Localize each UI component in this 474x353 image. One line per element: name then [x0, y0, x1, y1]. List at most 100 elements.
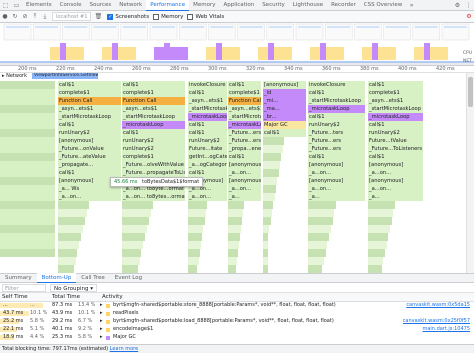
flame-entry[interactable]: call$1: [308, 89, 366, 97]
flame-entry[interactable]: _a...on...: [368, 169, 424, 177]
flame-entry-deep[interactable]: [58, 241, 81, 249]
tab-application[interactable]: Application: [219, 0, 258, 11]
delete-profile-icon[interactable]: 🗑: [93, 11, 103, 23]
flame-entry[interactable]: [0, 185, 56, 193]
flame-entry[interactable]: _Future...ers: [308, 145, 366, 153]
flame-entry[interactable]: invokeClosure: [308, 81, 366, 89]
flame-entry[interactable]: [0, 241, 56, 249]
flame-entry-deep[interactable]: [263, 233, 270, 241]
flame-chart[interactable]: ▸ Network ViewportInfoService.GetView...…: [0, 73, 466, 273]
tab-bottom-up[interactable]: Bottom-Up: [36, 273, 77, 283]
flame-entry-deep[interactable]: [58, 265, 75, 273]
expand-arrow-icon[interactable]: ▸: [100, 310, 103, 317]
flame-entry[interactable]: [0, 113, 56, 121]
flame-scrollbar[interactable]: [466, 73, 474, 273]
flame-entry[interactable]: call$1: [308, 153, 366, 161]
flame-entry[interactable]: [0, 209, 56, 217]
more-options-icon[interactable]: ⋮: [463, 0, 474, 11]
tab-recorder[interactable]: Recorder: [327, 0, 360, 11]
flame-entry[interactable]: Function Call: [228, 97, 262, 105]
flame-entry[interactable]: runUnary$2: [122, 137, 186, 145]
flame-entry-deep[interactable]: [58, 209, 89, 217]
network-track-label[interactable]: ▸ Network: [0, 73, 27, 79]
flame-entry-deep[interactable]: [368, 225, 391, 233]
expand-arrow-icon[interactable]: ▸: [100, 326, 103, 333]
flame-entry-deep[interactable]: [263, 145, 284, 153]
flame-entry-deep[interactable]: [263, 137, 285, 145]
flame-entry[interactable]: runUnary$2: [308, 121, 366, 129]
flame-entry-deep[interactable]: [228, 233, 241, 241]
filter-input[interactable]: Filter: [2, 283, 46, 292]
tab-summary[interactable]: Summary: [0, 273, 37, 283]
flame-entry[interactable]: _a...on...: [58, 193, 122, 201]
flame-entry-deep[interactable]: [122, 201, 154, 209]
flame-entry[interactable]: [0, 217, 56, 225]
flame-entry-deep[interactable]: [263, 201, 275, 209]
upload-icon[interactable]: ⤒: [30, 11, 40, 23]
flame-entry[interactable]: [0, 177, 56, 185]
flame-entry[interactable]: Function Call: [122, 97, 186, 105]
flame-entry-deep[interactable]: [122, 265, 139, 273]
table-row[interactable]: 18.9 ms 4.4 % 25.3 ms 5.8 % ▸ Major GC: [0, 334, 474, 341]
tab-console[interactable]: Console: [56, 0, 86, 11]
tab-css-overview[interactable]: CSS Overview: [360, 0, 406, 11]
flame-entry[interactable]: Function Call: [58, 97, 122, 105]
flame-entry[interactable]: _Future...onValue: [58, 145, 122, 153]
flame-entry[interactable]: _startMicrotaskLoop: [368, 105, 424, 113]
more-tabs-icon[interactable]: »: [406, 0, 417, 11]
flame-entry-deep[interactable]: [263, 241, 269, 249]
capture-settings-icon[interactable]: ⚙: [464, 11, 474, 23]
flame-entry-deep[interactable]: [58, 217, 87, 225]
flame-entry[interactable]: complete$1: [58, 89, 122, 97]
flame-entry[interactable]: _startMicrotaskLoop: [228, 113, 262, 121]
flame-entry[interactable]: _microtaskLoop: [188, 113, 228, 121]
flame-entry[interactable]: call$1: [58, 169, 122, 177]
tab-performance[interactable]: Performance: [146, 0, 190, 11]
flame-entry[interactable]: [anonymous]: [308, 177, 366, 185]
flame-entry[interactable]: _startMicrotaskLoop: [308, 97, 366, 105]
flame-entry-deep[interactable]: [122, 249, 143, 257]
flame-entry-deep[interactable]: [122, 257, 141, 265]
flame-entry-deep[interactable]: [228, 249, 239, 257]
flame-entry-deep[interactable]: [263, 249, 269, 257]
flame-entry-deep[interactable]: [228, 257, 238, 265]
flame-entry-deep[interactable]: [263, 209, 274, 217]
source-link[interactable]: canvaskit.wasm:0x5da15: [406, 302, 470, 309]
flame-entry-deep[interactable]: [308, 225, 332, 233]
flame-entry-deep[interactable]: [368, 217, 393, 225]
reload-record-icon[interactable]: ↻: [10, 11, 20, 23]
flame-entry[interactable]: [0, 137, 56, 145]
flame-entry-deep[interactable]: [188, 265, 199, 273]
flame-entry-deep[interactable]: [368, 249, 386, 257]
table-row[interactable]: 43.7 ms 10.1 % 43.9 ms 10.1 % ▸ readPixels: [0, 310, 474, 317]
flame-entry[interactable]: [anonymous]: [58, 137, 122, 145]
flame-entry[interactable]: _asyn...ets$1: [188, 97, 228, 105]
expand-arrow-icon[interactable]: ▸: [100, 318, 103, 325]
flame-entry[interactable]: [0, 225, 56, 233]
flame-entry-deep[interactable]: [122, 233, 147, 241]
flame-entry[interactable]: complete$1: [368, 89, 424, 97]
flame-entry-deep[interactable]: [308, 249, 327, 257]
flame-entry[interactable]: _Future...ateValue: [58, 153, 122, 161]
flame-entry-deep[interactable]: [263, 193, 276, 201]
source-link[interactable]: canvaskit.wasm:0x25f0f57: [403, 318, 470, 325]
flame-entry[interactable]: [anonymous]: [228, 161, 262, 169]
flame-entry-deep[interactable]: [58, 249, 79, 257]
flame-entry-deep[interactable]: [308, 233, 331, 241]
flame-entry[interactable]: _mi...: [263, 97, 307, 105]
flame-entry-deep[interactable]: [122, 225, 149, 233]
flame-entry[interactable]: [0, 145, 56, 153]
flame-entry[interactable]: runUnary$2: [58, 129, 122, 137]
source-link[interactable]: main.dart.js:10475: [422, 326, 470, 333]
flame-entry[interactable]: call$1: [188, 129, 228, 137]
flame-entry[interactable]: _Future...olveWithValue: [122, 161, 186, 169]
flame-entry[interactable]: getInt...ogCate: [188, 153, 228, 161]
flame-entry-deep[interactable]: [368, 233, 390, 241]
flame-entry-deep[interactable]: [188, 225, 205, 233]
flame-entry-deep[interactable]: [308, 257, 325, 265]
flame-entry[interactable]: Future...itate: [188, 145, 228, 153]
scrollbar-thumb[interactable]: [468, 77, 473, 107]
flame-entry-deep[interactable]: [263, 257, 269, 265]
profile-select[interactable]: localhost #1: [52, 12, 92, 21]
gear-icon[interactable]: ⚙: [452, 0, 463, 11]
